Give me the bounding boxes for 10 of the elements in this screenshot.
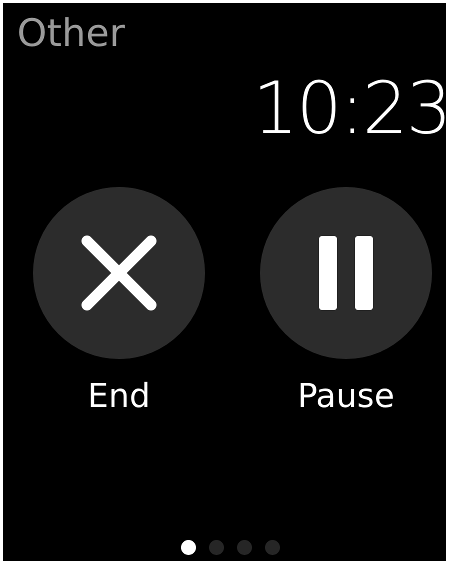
page-dot[interactable] [265,540,280,555]
page-dot[interactable] [209,540,224,555]
close-icon [81,235,157,311]
page-dot[interactable] [181,540,196,555]
page-dot[interactable] [237,540,252,555]
screen-title: Other [16,10,125,55]
end-button[interactable]: End [33,187,205,415]
pause-icon [319,236,373,310]
clock-time: 10:23 [252,67,446,149]
pause-button[interactable]: Pause [260,187,432,415]
